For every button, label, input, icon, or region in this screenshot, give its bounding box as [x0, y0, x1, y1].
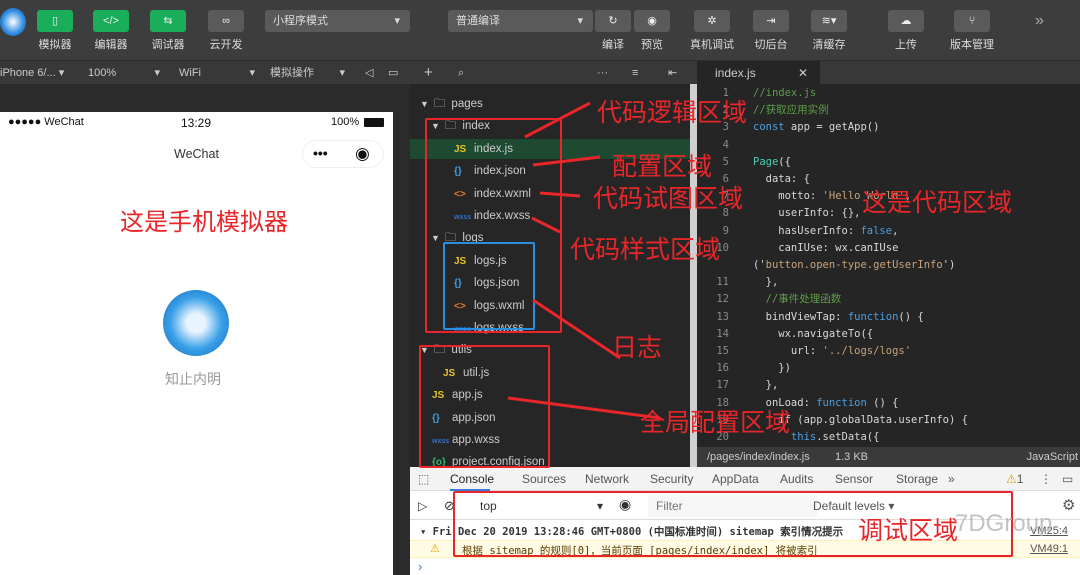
arrow-logic [524, 101, 591, 139]
annotation-logic: 代码逻辑区域 [597, 99, 748, 127]
arrow-style [531, 216, 561, 234]
annotation-logs: 日志 [612, 334, 663, 362]
watermark: 7DGroup [955, 510, 1053, 537]
annotation-global: 全局配置区域 [640, 409, 791, 437]
arrow-logs [532, 298, 621, 360]
annotation-style: 代码样式区域 [570, 236, 721, 264]
annotation-code: 这是代码区域 [862, 189, 1013, 217]
annotation-debug: 调试区域 [858, 517, 959, 545]
arrow-global [507, 396, 661, 420]
arrow-view [539, 191, 581, 198]
annotation-config: 配置区域 [612, 153, 713, 181]
annotation-arrows [507, 101, 661, 420]
annotation-simulator: 这是手机模拟器 [120, 209, 288, 236]
annotation-view: 代码试图区域 [593, 185, 744, 213]
arrow-config [532, 155, 601, 167]
